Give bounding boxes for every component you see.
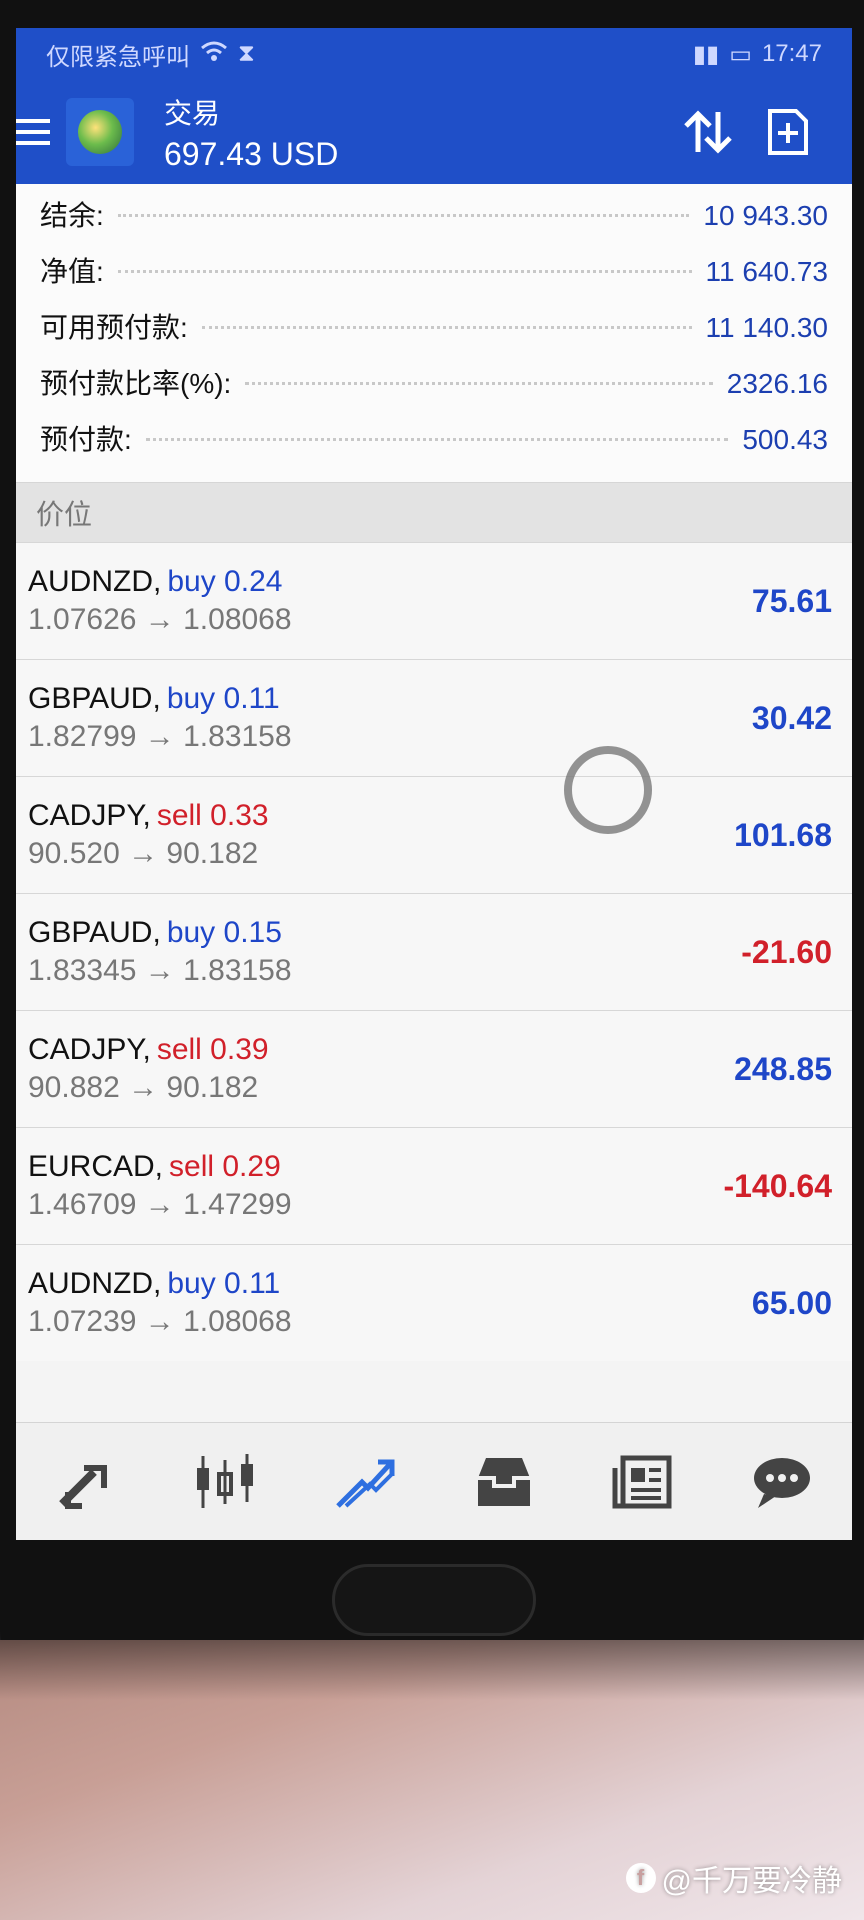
position-side: buy 0.24 xyxy=(167,565,283,598)
dot-leader xyxy=(245,382,713,385)
position-symbol: GBPAUD, xyxy=(28,916,161,949)
position-prices: 1.07239 → 1.08068 xyxy=(28,1305,292,1338)
menu-icon[interactable] xyxy=(16,112,50,152)
app-logo xyxy=(66,98,134,166)
position-side: sell 0.33 xyxy=(156,799,269,832)
position-row[interactable]: AUDNZD, buy 0.11 1.07239 → 1.08068 65.00 xyxy=(16,1244,852,1361)
position-prices: 1.46709 → 1.47299 xyxy=(28,1188,292,1221)
position-symbol: EURCAD, xyxy=(28,1150,164,1183)
summary-value: 11 640.73 xyxy=(705,256,829,287)
status-bar: 仅限紧急呼叫 ⧗ ▮▮ ▭ 17:47 xyxy=(16,28,852,80)
position-prices: 90.520 → 90.182 xyxy=(28,837,259,870)
position-profit: 65.00 xyxy=(751,1284,832,1321)
quotes-icon[interactable] xyxy=(46,1442,126,1522)
clock: 17:47 xyxy=(761,40,822,67)
position-side: buy 0.15 xyxy=(166,916,282,949)
watermark-logo-icon: f xyxy=(625,1863,656,1893)
position-profit: -21.60 xyxy=(741,933,832,970)
wifi-icon xyxy=(200,40,228,69)
dot-leader xyxy=(117,270,692,273)
summary-value: 2326.16 xyxy=(726,368,828,399)
position-row[interactable]: CADJPY, sell 0.39 90.882 → 90.182 248.85 xyxy=(16,1010,852,1127)
watermark-text: @千万要冷静 xyxy=(661,1865,842,1898)
summary-row-margin-level: 预付款比率(%): 2326.16 xyxy=(40,362,828,418)
bottom-nav xyxy=(16,1422,852,1540)
position-profit: 101.68 xyxy=(734,816,832,853)
position-profit: -140.64 xyxy=(723,1167,832,1204)
chat-icon[interactable] xyxy=(742,1442,822,1522)
position-symbol: CADJPY, xyxy=(28,1033,151,1066)
summary-label: 预付款: xyxy=(40,424,132,455)
battery-icon: ▭ xyxy=(729,40,752,68)
trade-icon[interactable] xyxy=(324,1442,404,1522)
chart-icon[interactable] xyxy=(185,1442,265,1522)
position-profit: 30.42 xyxy=(751,699,832,736)
position-row[interactable]: EURCAD, sell 0.29 1.46709 → 1.47299 -140.… xyxy=(16,1127,852,1244)
summary-row-margin: 预付款: 500.43 xyxy=(40,418,828,474)
sort-icon[interactable] xyxy=(668,92,748,172)
position-profit: 75.61 xyxy=(751,582,832,619)
summary-label: 结余: xyxy=(40,200,104,231)
summary-row-equity: 净值: 11 640.73 xyxy=(40,250,828,306)
position-prices: 1.07626 → 1.08068 xyxy=(28,603,292,636)
position-symbol: GBPAUD, xyxy=(28,682,161,715)
news-icon[interactable] xyxy=(603,1442,683,1522)
watermark: f @千万要冷静 xyxy=(625,1856,842,1900)
summary-label: 净值: xyxy=(40,256,104,287)
position-side: buy 0.11 xyxy=(167,1267,281,1300)
positions-list: AUDNZD, buy 0.24 1.07626 → 1.08068 75.61 … xyxy=(16,542,852,1361)
new-order-icon[interactable] xyxy=(748,92,828,172)
position-side: sell 0.39 xyxy=(156,1033,269,1066)
position-row[interactable]: AUDNZD, buy 0.24 1.07626 → 1.08068 75.61 xyxy=(16,542,852,659)
dot-leader xyxy=(117,214,690,217)
touch-indicator xyxy=(564,746,652,834)
photo-scene: 仅限紧急呼叫 ⧗ ▮▮ ▭ 17:47 交易 697.43 USD 结余: 10… xyxy=(0,0,864,1920)
position-symbol: AUDNZD, xyxy=(28,1267,162,1300)
position-row[interactable]: GBPAUD, buy 0.11 1.82799 → 1.83158 30.42 xyxy=(16,659,852,776)
position-side: buy 0.11 xyxy=(166,682,280,715)
balance-line: 697.43 USD xyxy=(164,135,339,172)
dot-leader xyxy=(201,326,692,329)
hourglass-icon: ⧗ xyxy=(238,40,255,67)
position-row[interactable]: GBPAUD, buy 0.15 1.83345 → 1.83158 -21.60 xyxy=(16,893,852,1010)
phone-screen: 仅限紧急呼叫 ⧗ ▮▮ ▭ 17:47 交易 697.43 USD 结余: 10… xyxy=(16,28,852,1540)
position-prices: 1.83345 → 1.83158 xyxy=(28,954,292,987)
toolbar: 交易 697.43 USD xyxy=(16,80,852,184)
summary-label: 预付款比率(%): xyxy=(40,368,232,399)
page-title: 交易 xyxy=(164,97,221,129)
dot-leader xyxy=(145,438,729,441)
summary-value: 10 943.30 xyxy=(703,200,828,231)
history-icon[interactable] xyxy=(464,1442,544,1522)
hand-shadow xyxy=(0,1640,864,1700)
summary-row-free-margin: 可用预付款: 11 140.30 xyxy=(40,306,828,362)
position-prices: 1.82799 → 1.83158 xyxy=(28,720,292,753)
summary-value: 500.43 xyxy=(742,424,828,455)
position-profit: 248.85 xyxy=(734,1050,832,1087)
home-button[interactable] xyxy=(332,1564,536,1636)
summary-value: 11 140.30 xyxy=(705,312,829,343)
position-side: sell 0.29 xyxy=(169,1150,281,1183)
section-header-positions: 价位 xyxy=(16,482,852,542)
signal-icon: ▮▮ xyxy=(692,40,720,68)
position-symbol: AUDNZD, xyxy=(28,565,162,598)
position-prices: 90.882 → 90.182 xyxy=(28,1071,259,1104)
position-symbol: CADJPY, xyxy=(28,799,151,832)
app-bar: 仅限紧急呼叫 ⧗ ▮▮ ▭ 17:47 交易 697.43 USD xyxy=(16,28,852,184)
account-summary: 结余: 10 943.30 净值: 11 640.73 可用预付款: 11 14… xyxy=(16,184,852,482)
position-row[interactable]: CADJPY, sell 0.33 90.520 → 90.182 101.68 xyxy=(16,776,852,893)
summary-row-balance: 结余: 10 943.30 xyxy=(40,194,828,250)
summary-label: 可用预付款: xyxy=(40,312,188,343)
carrier-text: 仅限紧急呼叫 xyxy=(46,43,190,71)
